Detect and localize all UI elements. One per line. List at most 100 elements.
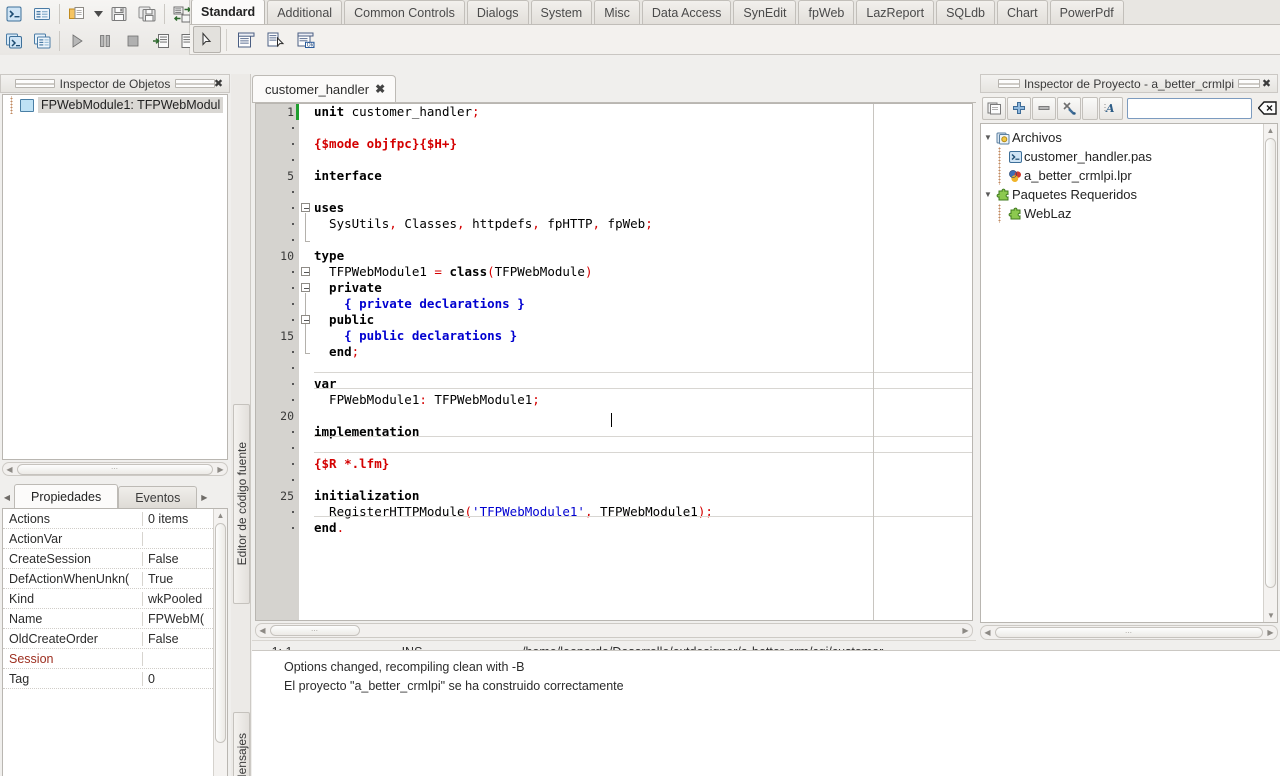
spacer-icon[interactable] xyxy=(1082,96,1098,120)
fold-toggle-class[interactable] xyxy=(301,267,310,276)
save-icon[interactable] xyxy=(106,1,132,26)
open-file-icon[interactable] xyxy=(64,1,90,26)
object-inspector-titlebar[interactable]: Inspector de Objetos ✖ xyxy=(0,74,230,93)
scroll-right-icon[interactable]: ▶ xyxy=(1264,628,1277,637)
chevron-down-icon[interactable]: ▼ xyxy=(981,190,995,199)
palette-tab-chart[interactable]: Chart xyxy=(997,0,1048,24)
scroll-up-icon[interactable]: ▲ xyxy=(214,509,227,522)
property-row[interactable]: CreateSession False xyxy=(3,549,227,569)
tab-eventos[interactable]: Eventos xyxy=(118,486,198,508)
property-row[interactable]: Actions 0 items xyxy=(3,509,227,529)
tree-item-weblaz[interactable]: WebLaz xyxy=(981,204,1277,223)
tframe-component-icon[interactable] xyxy=(232,26,260,53)
tmainmenu-component-icon[interactable] xyxy=(262,26,290,53)
scrollbar-thumb[interactable] xyxy=(215,523,226,743)
new-form-icon[interactable] xyxy=(29,28,55,53)
code-content[interactable]: unit customer_handler; {$mode objfpc}{$H… xyxy=(314,104,713,536)
property-row[interactable]: ActionVar xyxy=(3,529,227,549)
sort-alpha-icon[interactable]: A xyxy=(1099,96,1123,120)
scroll-left-icon[interactable]: ◀ xyxy=(3,465,16,474)
property-row[interactable]: OldCreateOrder False xyxy=(3,629,227,649)
code-editor[interactable]: 1 5 10 15 20 25 unit customer_handler; {$mode… xyxy=(255,103,973,621)
palette-tab-dialogs[interactable]: Dialogs xyxy=(466,0,529,24)
palette-tab-sqldb[interactable]: SQLdb xyxy=(936,0,995,24)
pointer-tool-icon[interactable] xyxy=(193,26,221,53)
fold-toggle-public[interactable] xyxy=(301,315,310,324)
scrollbar-thumb[interactable]: ⋯ xyxy=(270,625,360,636)
add-icon[interactable] xyxy=(1007,96,1031,120)
editor-hscrollbar[interactable]: ◀ ⋯ ▶ xyxy=(255,623,973,638)
stop-icon[interactable] xyxy=(120,28,146,53)
palette-tab-lazreport[interactable]: LazReport xyxy=(856,0,935,24)
run-icon[interactable] xyxy=(64,28,90,53)
tpopupmenu-component-icon[interactable]: Ok xyxy=(292,26,320,53)
scroll-left-icon[interactable]: ◀ xyxy=(981,628,994,637)
property-grid[interactable]: Actions 0 items ActionVar CreateSession … xyxy=(2,508,228,776)
project-tree[interactable]: ▼ Archivos customer_handler.pas a_better… xyxy=(980,123,1278,623)
view-units-icon[interactable] xyxy=(29,1,55,26)
tab-scroll-left-icon[interactable]: ◀ xyxy=(0,486,14,508)
messages-window[interactable]: Options changed, recompiling clean with … xyxy=(252,650,1280,776)
tab-propiedades[interactable]: Propiedades xyxy=(14,484,119,508)
save-all-icon[interactable] xyxy=(134,1,160,26)
scroll-up-icon[interactable]: ▲ xyxy=(1264,124,1277,137)
scrollbar-thumb[interactable] xyxy=(1265,138,1276,588)
property-row[interactable]: Tag 0 xyxy=(3,669,227,689)
object-inspector-tree[interactable]: FPWebModule1: TFPWebModul xyxy=(2,94,228,460)
fold-toggle-private[interactable] xyxy=(301,283,310,292)
project-tree-vscrollbar[interactable]: ▲ ▼ xyxy=(1263,124,1277,622)
dock-tab-messages-window[interactable]: Ventana de Mensajes xyxy=(233,712,250,776)
property-row[interactable]: Name FPWebM( xyxy=(3,609,227,629)
remove-icon[interactable] xyxy=(1032,96,1056,120)
drag-grip-right[interactable] xyxy=(1238,79,1261,88)
scroll-right-icon[interactable]: ▶ xyxy=(959,626,972,635)
scroll-left-icon[interactable]: ◀ xyxy=(256,626,269,635)
toggle-form-unit-icon[interactable] xyxy=(1,1,27,26)
editor-tab-customer-handler[interactable]: customer_handler ✖ xyxy=(252,75,397,102)
tab-scroll-right-icon[interactable]: ▶ xyxy=(197,486,211,508)
search-input[interactable] xyxy=(1127,97,1252,119)
palette-tab-fpweb[interactable]: fpWeb xyxy=(798,0,855,24)
close-icon[interactable]: ✖ xyxy=(212,78,225,91)
palette-tab-powerpdf[interactable]: PowerPdf xyxy=(1049,0,1124,24)
step-into-icon[interactable] xyxy=(148,28,174,53)
scroll-down-icon[interactable]: ▼ xyxy=(1264,609,1277,622)
object-inspector-tree-hscrollbar[interactable]: ◀ ⋯ ▶ xyxy=(2,462,228,476)
palette-tab-synedit[interactable]: SynEdit xyxy=(733,0,797,24)
pause-icon[interactable] xyxy=(92,28,118,53)
tree-item-a-better-crmlpi-lpr[interactable]: a_better_crmlpi.lpr xyxy=(981,166,1277,185)
drag-grip-right[interactable] xyxy=(175,79,216,88)
clear-search-icon[interactable] xyxy=(1256,97,1278,120)
property-row[interactable]: Session xyxy=(3,649,227,669)
editor-gutter[interactable]: 1 5 10 15 20 25 xyxy=(256,104,299,620)
drag-grip-left[interactable] xyxy=(14,79,55,88)
close-tab-icon[interactable]: ✖ xyxy=(375,82,385,96)
palette-tab-system[interactable]: System xyxy=(530,0,593,24)
property-row[interactable]: DefActionWhenUnkn( True xyxy=(3,569,227,589)
tree-item-archivos[interactable]: ▼ Archivos xyxy=(981,128,1277,147)
scrollbar-thumb[interactable]: ⋯ xyxy=(17,463,213,475)
property-row[interactable]: Kind wkPooled xyxy=(3,589,227,609)
code-folding-column[interactable] xyxy=(299,104,313,620)
drag-grip-left[interactable] xyxy=(997,79,1020,88)
options-icon[interactable] xyxy=(1057,96,1081,120)
new-unit-icon[interactable] xyxy=(1,28,27,53)
tree-item-paquetes-requeridos[interactable]: ▼ Paquetes Requeridos xyxy=(981,185,1277,204)
tree-item-fpwebmodule1[interactable]: FPWebModule1: TFPWebModul xyxy=(3,96,227,114)
palette-tab-standard[interactable]: Standard xyxy=(191,0,266,24)
project-inspector-titlebar[interactable]: Inspector de Proyecto - a_better_crmlpi … xyxy=(980,74,1278,93)
dock-tab-source-editor[interactable]: Editor de código fuente xyxy=(233,404,250,604)
tree-item-customer-handler-pas[interactable]: customer_handler.pas xyxy=(981,147,1277,166)
project-tree-hscrollbar[interactable]: ••• ◀ ⋯ ▶ xyxy=(980,625,1278,640)
palette-tab-misc[interactable]: Misc xyxy=(594,0,640,24)
close-icon[interactable]: ✖ xyxy=(1260,78,1273,91)
open-dropdown-icon[interactable] xyxy=(92,1,104,26)
chevron-down-icon[interactable]: ▼ xyxy=(981,133,995,142)
property-grid-vscrollbar[interactable]: ▲ xyxy=(213,509,227,776)
scroll-right-icon[interactable]: ▶ xyxy=(214,465,227,474)
scrollbar-thumb[interactable]: ⋯ xyxy=(995,627,1263,638)
fold-toggle-uses[interactable] xyxy=(301,203,310,212)
palette-tab-data-access[interactable]: Data Access xyxy=(641,0,732,24)
open-file-icon[interactable] xyxy=(982,96,1006,120)
palette-tab-common-controls[interactable]: Common Controls xyxy=(344,0,465,24)
